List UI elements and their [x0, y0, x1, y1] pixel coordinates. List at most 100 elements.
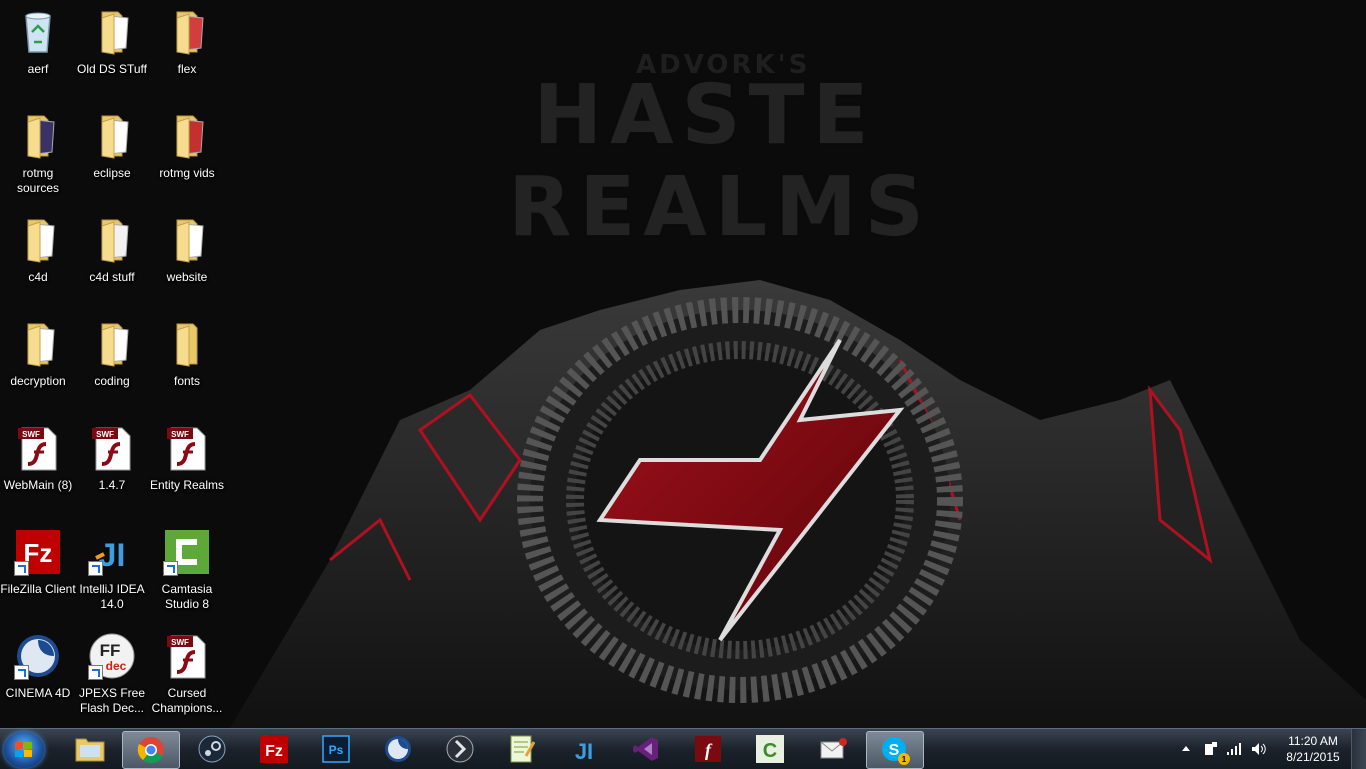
show-hidden-icons-icon[interactable] [1180, 743, 1192, 753]
taskbar-intellij[interactable]: JI [556, 731, 612, 767]
network-signal-icon[interactable] [1226, 741, 1242, 757]
desktop-icon-cinema4d[interactable]: CINEMA 4D [0, 628, 76, 728]
desktop-icon-intellij[interactable]: JI IntelliJ IDEA 14.0 [74, 524, 150, 624]
clock-date: 8/21/2015 [1286, 750, 1340, 764]
swf-badge: SWF [96, 430, 114, 439]
desktop-icon-folder[interactable]: c4d [0, 212, 76, 312]
desktop-icon-folder[interactable]: Old DS STuff [74, 4, 150, 104]
intellij-icon: JI [575, 739, 593, 764]
icon-label: flex [177, 62, 197, 76]
taskbar-cinema4d[interactable] [370, 731, 426, 767]
system-tray: 11:20 AM 8/21/2015 [1166, 729, 1366, 769]
desktop-icon-folder[interactable]: rotmg vids [149, 108, 225, 208]
taskbar-mail[interactable] [806, 731, 862, 767]
icon-label: website [166, 270, 208, 284]
taskbar-camtasia[interactable]: C [742, 731, 798, 767]
steam-icon [198, 735, 226, 763]
desktop-icon-folder[interactable]: eclipse [74, 108, 150, 208]
icon-label: fonts [173, 374, 200, 388]
icon-label: WebMain (8) [3, 478, 73, 492]
icon-label: CINEMA 4D [5, 686, 71, 700]
volume-icon[interactable] [1250, 741, 1268, 757]
swf-file-icon: SWF [92, 427, 131, 471]
desktop-icon-swf[interactable]: SWF Cursed Champions... [149, 628, 225, 728]
desktop-icon-swf[interactable]: SWF Entity Realms [149, 420, 225, 520]
taskbar-explorer[interactable] [62, 731, 118, 767]
taskbar: Fz Ps JI f C S 1 11:20 AM 8/21/2015 [0, 728, 1366, 769]
start-button[interactable] [4, 732, 44, 768]
desktop-icon-swf[interactable]: SWF 1.4.7 [74, 420, 150, 520]
notepad-icon [510, 735, 536, 763]
shortcut-arrow-icon [163, 561, 178, 576]
desktop-icon-folder[interactable]: decryption [0, 316, 76, 416]
show-desktop-button[interactable] [1351, 729, 1366, 769]
taskbar-app-text: JI [575, 739, 593, 764]
desktop-icon-recycle-bin[interactable]: aerf [0, 4, 76, 104]
folder-icon [176, 219, 204, 263]
svg-text:FF: FF [100, 641, 121, 660]
skype-icon: S 1 [882, 737, 910, 765]
taskbar-filezilla[interactable]: Fz [246, 731, 302, 767]
desktop-icon-folder[interactable]: fonts [149, 316, 225, 416]
skype-notification-badge: 1 [902, 755, 907, 764]
taskbar-chrome[interactable] [122, 731, 180, 769]
icon-label: 1.4.7 [98, 478, 126, 492]
intellij-icon: JI [88, 528, 136, 576]
desktop-icon-folder[interactable]: flex [149, 4, 225, 104]
app-icon [446, 735, 474, 763]
recycle-bin-icon [25, 12, 51, 53]
chrome-icon [137, 737, 164, 764]
jpexs-icon: FF dec [88, 632, 136, 680]
desktop-icon-camtasia[interactable]: Camtasia Studio 8 [149, 524, 225, 624]
desktop-icon-folder[interactable]: c4d stuff [74, 212, 150, 312]
folder-icon [176, 115, 204, 159]
photoshop-icon: Ps [322, 735, 350, 763]
taskbar-app-unknown[interactable] [432, 731, 488, 767]
taskbar-visual-studio[interactable] [618, 731, 674, 767]
icon-label: rotmg vids [159, 166, 215, 180]
swf-file-icon: SWF [167, 635, 206, 679]
folder-icon [75, 738, 105, 762]
cinema4d-icon [385, 736, 411, 762]
desktop-icon-folder[interactable]: website [149, 212, 225, 312]
desktop-icon-folder[interactable]: rotmg sources [0, 108, 76, 208]
taskbar-photoshop[interactable]: Ps [308, 731, 364, 767]
desktop-icon-swf[interactable]: SWF WebMain (8) [0, 420, 76, 520]
shortcut-arrow-icon [88, 665, 103, 680]
desktop-icon-jpexs[interactable]: FF dec JPEXS Free Flash Dec... [74, 628, 150, 728]
icon-label: Entity Realms [149, 478, 225, 492]
taskbar-app-text: Fz [265, 743, 283, 760]
taskbar-steam[interactable] [184, 731, 240, 767]
taskbar-clock[interactable]: 11:20 AM 8/21/2015 [1282, 733, 1344, 765]
icon-label: coding [94, 374, 130, 388]
desktop-icon-filezilla[interactable]: Fz FileZilla Client [0, 524, 76, 624]
swf-file-icon: SWF [167, 427, 206, 471]
flash-icon: f [695, 736, 721, 762]
folder-icon [176, 323, 198, 367]
folder-icon [101, 11, 129, 55]
cinema4d-icon [14, 632, 62, 680]
folder-icon [101, 115, 129, 159]
folder-icon [27, 323, 55, 367]
icon-label: Old DS STuff [76, 62, 148, 76]
folder-icon [176, 11, 204, 55]
folder-icon [101, 323, 129, 367]
taskbar-flash[interactable]: f [680, 731, 736, 767]
desktop-icon-folder[interactable]: coding [74, 316, 150, 416]
icon-label: Cursed Champions... [151, 686, 223, 715]
icon-label: aerf [27, 62, 49, 76]
visual-studio-icon [633, 737, 658, 761]
taskbar-skype[interactable]: S 1 [866, 731, 924, 769]
taskbar-notepad-plus-plus[interactable] [494, 731, 550, 767]
icon-label: c4d [28, 270, 48, 284]
icon-label: Camtasia Studio 8 [161, 582, 213, 611]
camtasia-icon [163, 528, 211, 576]
clock-time: 11:20 AM [1288, 734, 1338, 748]
shortcut-arrow-icon [88, 561, 103, 576]
action-center-icon[interactable] [1202, 741, 1218, 757]
camtasia-icon: C [756, 735, 784, 763]
icon-label: c4d stuff [89, 270, 135, 284]
filezilla-icon: Fz [14, 528, 62, 576]
folder-icon [27, 219, 55, 263]
folder-icon [27, 115, 55, 159]
